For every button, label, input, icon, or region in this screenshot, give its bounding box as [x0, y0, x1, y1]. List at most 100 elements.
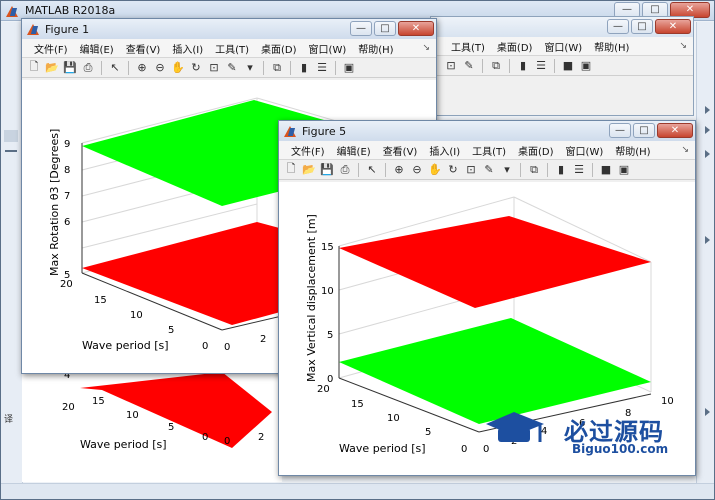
open-icon[interactable]: 📂 — [301, 162, 317, 178]
right-arrow-icon[interactable] — [705, 150, 710, 158]
red-surface — [339, 216, 651, 308]
menu-insert[interactable]: 插入(I) — [166, 41, 209, 56]
figure-5-menubar: 文件(F) 编辑(E) 查看(V) 插入(I) 工具(T) 桌面(D) 窗口(W… — [279, 141, 695, 160]
print-icon[interactable]: ⎙ — [80, 60, 96, 76]
new-file-icon[interactable]: 🗋 — [283, 162, 299, 178]
plot-tools-icon[interactable]: ▣ — [578, 58, 594, 74]
toolbar-separator — [592, 162, 593, 177]
menu-window[interactable]: 窗口(W) — [303, 41, 353, 56]
figure-5-title-bar[interactable]: Figure 5 — □ ✕ — [279, 121, 695, 141]
data-cursor-icon[interactable]: ⊡ — [443, 58, 459, 74]
zoom-out-icon[interactable]: ⊖ — [409, 162, 425, 178]
menu-file[interactable]: 文件(F) — [28, 41, 74, 56]
brush-icon[interactable]: ✎ — [481, 162, 497, 178]
zoom-out-icon[interactable]: ⊖ — [152, 60, 168, 76]
legend-icon[interactable]: ☰ — [533, 58, 549, 74]
menu-desktop[interactable]: 桌面(D) — [512, 143, 560, 158]
panel-icon[interactable] — [4, 130, 18, 142]
zoom-in-icon[interactable]: ⊕ — [134, 60, 150, 76]
link-icon[interactable]: ⧉ — [488, 58, 504, 74]
right-arrow-icon[interactable] — [705, 236, 710, 244]
restore-button[interactable]: □ — [631, 19, 653, 34]
menu-dock-arrow-icon[interactable]: ↘ — [422, 43, 430, 53]
menu-view[interactable]: 查看(V) — [377, 143, 424, 158]
right-arrow-icon[interactable] — [705, 126, 710, 134]
close-button[interactable]: ✕ — [398, 21, 434, 36]
menu-desktop[interactable]: 桌面(D) — [255, 41, 303, 56]
plot-tools-icon[interactable]: ▣ — [341, 60, 357, 76]
minimize-button[interactable]: — — [607, 19, 629, 34]
restore-button[interactable]: □ — [633, 123, 655, 138]
panel-label: 译 — [4, 415, 14, 425]
data-cursor-icon[interactable]: ⊡ — [206, 60, 222, 76]
menu-window[interactable]: 窗口(W) — [538, 39, 588, 54]
minimize-button[interactable]: — — [350, 21, 372, 36]
right-arrow-icon[interactable] — [705, 408, 710, 416]
open-icon[interactable]: 📂 — [44, 60, 60, 76]
figure-5-xtick: 15 — [351, 399, 364, 410]
legend-icon[interactable]: ☰ — [314, 60, 330, 76]
colorbar-icon[interactable]: ▮ — [553, 162, 569, 178]
save-icon[interactable]: 💾 — [62, 60, 78, 76]
print-icon[interactable]: ⎙ — [337, 162, 353, 178]
hidden-ytick: 0 — [224, 436, 230, 447]
figure-1-ytick: 0 — [224, 342, 230, 353]
link-icon[interactable]: ⧉ — [526, 162, 542, 178]
toolbar-separator — [290, 60, 291, 75]
hidden-xtick: 0 — [202, 432, 208, 443]
brush-dropdown-icon[interactable]: ▾ — [242, 60, 258, 76]
zoom-in-icon[interactable]: ⊕ — [391, 162, 407, 178]
rotate-icon[interactable]: ↻ — [188, 60, 204, 76]
figure-1-xtick: 20 — [60, 279, 73, 290]
close-button[interactable]: ✕ — [657, 123, 693, 138]
menu-tools[interactable]: 工具(T) — [209, 41, 255, 56]
menu-tools[interactable]: 工具(T) — [466, 143, 512, 158]
plot-tools-icon[interactable]: ▣ — [616, 162, 632, 178]
menu-help[interactable]: 帮助(H) — [609, 143, 656, 158]
menu-view[interactable]: 查看(V) — [120, 41, 167, 56]
pointer-icon[interactable]: ↖ — [364, 162, 380, 178]
new-file-icon[interactable]: 🗋 — [26, 60, 42, 76]
menu-dock-arrow-icon[interactable]: ↘ — [679, 41, 687, 51]
figure-1-title-bar[interactable]: Figure 1 — □ ✕ — [22, 19, 436, 39]
figure-background-menubar: 工具(T) 桌面(D) 窗口(W) 帮助(H) ↘ — [431, 37, 693, 56]
menu-edit[interactable]: 编辑(E) — [331, 143, 377, 158]
save-icon[interactable]: 💾 — [319, 162, 335, 178]
hidden-xtick: 5 — [168, 422, 174, 433]
toolbar-separator — [482, 58, 483, 73]
right-arrow-icon[interactable] — [705, 106, 710, 114]
figure-5-xlabel: Wave period [s] — [339, 442, 426, 455]
menu-insert[interactable]: 插入(I) — [423, 143, 466, 158]
menu-desktop[interactable]: 桌面(D) — [491, 39, 539, 54]
matlab-logo-icon — [283, 124, 297, 138]
figure-background-toolbar: ⊡ ✎ ⧉ ▮ ☰ ■ ▣ — [431, 56, 693, 76]
pointer-icon[interactable]: ↖ — [107, 60, 123, 76]
hide-tools-icon[interactable]: ■ — [560, 58, 576, 74]
minimize-button[interactable]: — — [609, 123, 631, 138]
link-icon[interactable]: ⧉ — [269, 60, 285, 76]
hidden-xlabel: Wave period [s] — [80, 438, 167, 451]
close-button[interactable]: ✕ — [655, 19, 691, 34]
figure-background-window: — □ ✕ 工具(T) 桌面(D) 窗口(W) 帮助(H) ↘ ⊡ ✎ ⧉ ▮ … — [430, 16, 694, 116]
brush-icon[interactable]: ✎ — [461, 58, 477, 74]
hide-tools-icon[interactable]: ■ — [598, 162, 614, 178]
menu-help[interactable]: 帮助(H) — [588, 39, 635, 54]
menu-edit[interactable]: 编辑(E) — [74, 41, 120, 56]
menu-window[interactable]: 窗口(W) — [560, 143, 610, 158]
pan-icon[interactable]: ✋ — [170, 60, 186, 76]
brush-icon[interactable]: ✎ — [224, 60, 240, 76]
pan-icon[interactable]: ✋ — [427, 162, 443, 178]
rotate-icon[interactable]: ↻ — [445, 162, 461, 178]
colorbar-icon[interactable]: ▮ — [296, 60, 312, 76]
restore-button[interactable]: □ — [374, 21, 396, 36]
menu-help[interactable]: 帮助(H) — [352, 41, 399, 56]
figure-5-title: Figure 5 — [302, 124, 347, 138]
menu-file[interactable]: 文件(F) — [285, 143, 331, 158]
brush-dropdown-icon[interactable]: ▾ — [499, 162, 515, 178]
data-cursor-icon[interactable]: ⊡ — [463, 162, 479, 178]
figure-background-title-bar[interactable]: — □ ✕ — [431, 17, 693, 37]
legend-icon[interactable]: ☰ — [571, 162, 587, 178]
colorbar-icon[interactable]: ▮ — [515, 58, 531, 74]
menu-tools[interactable]: 工具(T) — [445, 39, 491, 54]
menu-dock-arrow-icon[interactable]: ↘ — [681, 145, 689, 155]
